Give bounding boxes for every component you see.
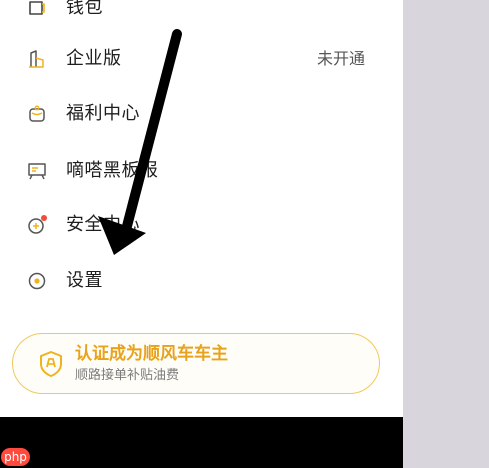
menu-item-label: 福利中心 [66, 103, 140, 124]
menu-item-label: 企业版 [66, 48, 122, 69]
menu-item-enterprise[interactable]: 企业版 未开通 [0, 33, 403, 85]
promo-text: 认证成为顺风车车主 顺路接单补贴油费 [75, 344, 228, 384]
driver-certification-banner[interactable]: 认证成为顺风车车主 顺路接单补贴油费 [12, 333, 380, 394]
shield-icon [37, 350, 65, 378]
wallet-icon [26, 0, 48, 19]
menu-item-blackboard[interactable]: 嘀嗒黑板报 [0, 145, 403, 197]
menu-item-label: 安全中心 [66, 214, 140, 235]
menu-item-benefits[interactable]: 福利中心 [0, 88, 403, 140]
enterprise-icon [26, 48, 48, 70]
menu-item-settings[interactable]: 设置 [0, 255, 403, 307]
bottom-black-bar [0, 417, 403, 468]
settings-icon [26, 270, 48, 292]
side-drawer: 钱包 企业版 未开通 福利中心 嘀嗒黑板报 安全中心 设置 认证成为顺风车车主 … [0, 0, 403, 417]
benefits-icon [26, 103, 48, 125]
menu-item-label: 钱包 [66, 0, 103, 18]
menu-item-label: 嘀嗒黑板报 [66, 160, 159, 181]
promo-title: 认证成为顺风车车主 [75, 343, 228, 364]
watermark-badge: php [1, 448, 30, 466]
blackboard-icon [26, 160, 48, 182]
enterprise-status: 未开通 [316, 49, 365, 68]
screen: 钱包 企业版 未开通 福利中心 嘀嗒黑板报 安全中心 设置 认证成为顺风车车主 … [0, 0, 489, 468]
drawer-overlay[interactable] [403, 0, 489, 468]
menu-item-safety[interactable]: 安全中心 [0, 199, 403, 251]
promo-subtitle: 顺路接单补贴油费 [75, 367, 180, 383]
safety-icon [26, 214, 48, 236]
menu-item-wallet[interactable]: 钱包 [0, 0, 403, 34]
menu-item-label: 设置 [66, 270, 103, 291]
